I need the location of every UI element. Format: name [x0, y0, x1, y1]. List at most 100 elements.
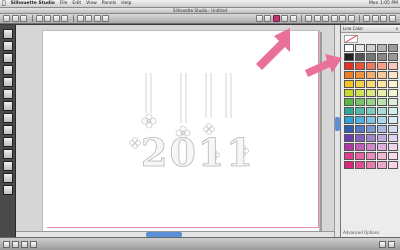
menu-app-name[interactable]: Silhouette Studio — [11, 1, 55, 6]
modify-button[interactable] — [322, 15, 329, 22]
color-swatch[interactable] — [366, 125, 376, 133]
cut-settings-button[interactable] — [380, 15, 387, 22]
color-swatch[interactable] — [366, 152, 376, 160]
color-swatch[interactable] — [355, 98, 365, 106]
pan-tool-icon[interactable] — [2, 173, 13, 183]
color-swatch[interactable] — [388, 134, 398, 142]
color-swatch[interactable] — [366, 98, 376, 106]
menu-edit[interactable]: Edit — [72, 1, 81, 6]
freehand-tool-icon[interactable] — [2, 125, 13, 135]
color-swatch[interactable] — [355, 134, 365, 142]
transform-button[interactable] — [313, 15, 321, 22]
color-swatch[interactable] — [366, 161, 376, 169]
color-swatch[interactable] — [355, 116, 365, 124]
color-swatch[interactable] — [344, 152, 354, 160]
color-swatch[interactable] — [344, 62, 354, 70]
color-swatch[interactable] — [377, 98, 387, 106]
color-swatch[interactable] — [355, 80, 365, 88]
replicate-button[interactable] — [305, 15, 312, 22]
paste-button[interactable] — [61, 15, 68, 22]
arc-tool-icon[interactable] — [2, 89, 13, 99]
color-swatch[interactable] — [355, 89, 365, 97]
no-color-icon[interactable] — [344, 35, 358, 43]
color-swatch[interactable] — [355, 161, 365, 169]
color-swatch[interactable] — [377, 107, 387, 115]
color-swatch[interactable] — [377, 125, 387, 133]
color-swatch[interactable] — [388, 53, 398, 61]
color-swatch[interactable] — [377, 44, 387, 52]
color-swatch[interactable] — [344, 80, 354, 88]
zoom-in-button[interactable] — [93, 15, 101, 22]
zoom-tool-icon[interactable] — [2, 185, 13, 195]
save-button[interactable] — [20, 15, 27, 22]
color-swatch[interactable] — [377, 134, 387, 142]
color-swatch[interactable] — [388, 107, 398, 115]
knife-tool-icon[interactable] — [2, 161, 13, 171]
line-color-button[interactable] — [272, 15, 280, 22]
color-swatch[interactable] — [366, 134, 376, 142]
color-swatch[interactable] — [344, 107, 354, 115]
copy-button[interactable] — [52, 15, 60, 22]
page-settings-button[interactable] — [255, 15, 263, 22]
grid-settings-button[interactable] — [264, 15, 271, 22]
zoom-fit-button[interactable] — [379, 240, 386, 248]
redo-button[interactable] — [85, 15, 92, 22]
color-swatch[interactable] — [377, 152, 387, 160]
color-swatch[interactable] — [366, 80, 376, 88]
color-swatch[interactable] — [388, 143, 398, 151]
color-swatch[interactable] — [344, 143, 354, 151]
edit-points-tool-icon[interactable] — [2, 41, 13, 51]
color-swatch[interactable] — [355, 44, 365, 52]
curve-tool-icon[interactable] — [2, 77, 13, 87]
color-swatch[interactable] — [388, 116, 398, 124]
color-swatch[interactable] — [366, 62, 376, 70]
menu-panels[interactable]: Panels — [102, 1, 116, 6]
cut-style-button[interactable] — [347, 15, 355, 22]
deselect-button[interactable] — [12, 240, 19, 248]
color-swatch[interactable] — [355, 62, 365, 70]
color-swatch[interactable] — [366, 116, 376, 124]
line-style-button[interactable] — [289, 15, 297, 22]
color-swatch[interactable] — [388, 44, 398, 52]
color-swatch[interactable] — [366, 89, 376, 97]
color-swatch[interactable] — [366, 71, 376, 79]
color-swatch[interactable] — [377, 143, 387, 151]
design-2011-ornaments[interactable]: 2011 — [111, 73, 261, 173]
color-swatch[interactable] — [344, 116, 354, 124]
color-swatch[interactable] — [377, 62, 387, 70]
store-button[interactable] — [371, 15, 379, 22]
zoom-page-button[interactable] — [388, 240, 395, 248]
select-tool-icon[interactable] — [2, 29, 13, 39]
color-swatch[interactable] — [344, 161, 354, 169]
apple-menu-icon[interactable]:  — [2, 0, 6, 7]
polygon-tool-icon[interactable] — [2, 65, 13, 75]
new-document-button[interactable] — [3, 15, 10, 22]
menu-help[interactable]: Help — [121, 1, 131, 6]
trace-button[interactable] — [339, 15, 346, 22]
advanced-options-link[interactable]: Advanced Options — [343, 230, 379, 235]
menu-view[interactable]: View — [86, 1, 97, 6]
color-swatch[interactable] — [366, 107, 376, 115]
color-swatch[interactable] — [355, 152, 365, 160]
color-swatch[interactable] — [366, 143, 376, 151]
color-swatch[interactable] — [388, 152, 398, 160]
menu-file[interactable]: File — [60, 1, 68, 6]
color-swatch[interactable] — [355, 107, 365, 115]
color-swatch[interactable] — [355, 71, 365, 79]
color-swatch[interactable] — [366, 44, 376, 52]
color-swatch[interactable] — [388, 89, 398, 97]
color-swatch[interactable] — [344, 53, 354, 61]
color-swatch[interactable] — [377, 80, 387, 88]
select-all-button[interactable] — [3, 240, 10, 248]
print-button[interactable] — [35, 15, 43, 22]
color-swatch[interactable] — [377, 53, 387, 61]
color-swatch[interactable] — [344, 89, 354, 97]
library-button[interactable] — [363, 15, 370, 22]
color-swatch[interactable] — [388, 125, 398, 133]
color-swatch[interactable] — [355, 125, 365, 133]
color-swatch[interactable] — [388, 98, 398, 106]
color-swatch[interactable] — [344, 125, 354, 133]
color-swatch[interactable] — [344, 98, 354, 106]
send-to-silhouette-button[interactable] — [388, 15, 396, 22]
color-swatch[interactable] — [355, 143, 365, 151]
